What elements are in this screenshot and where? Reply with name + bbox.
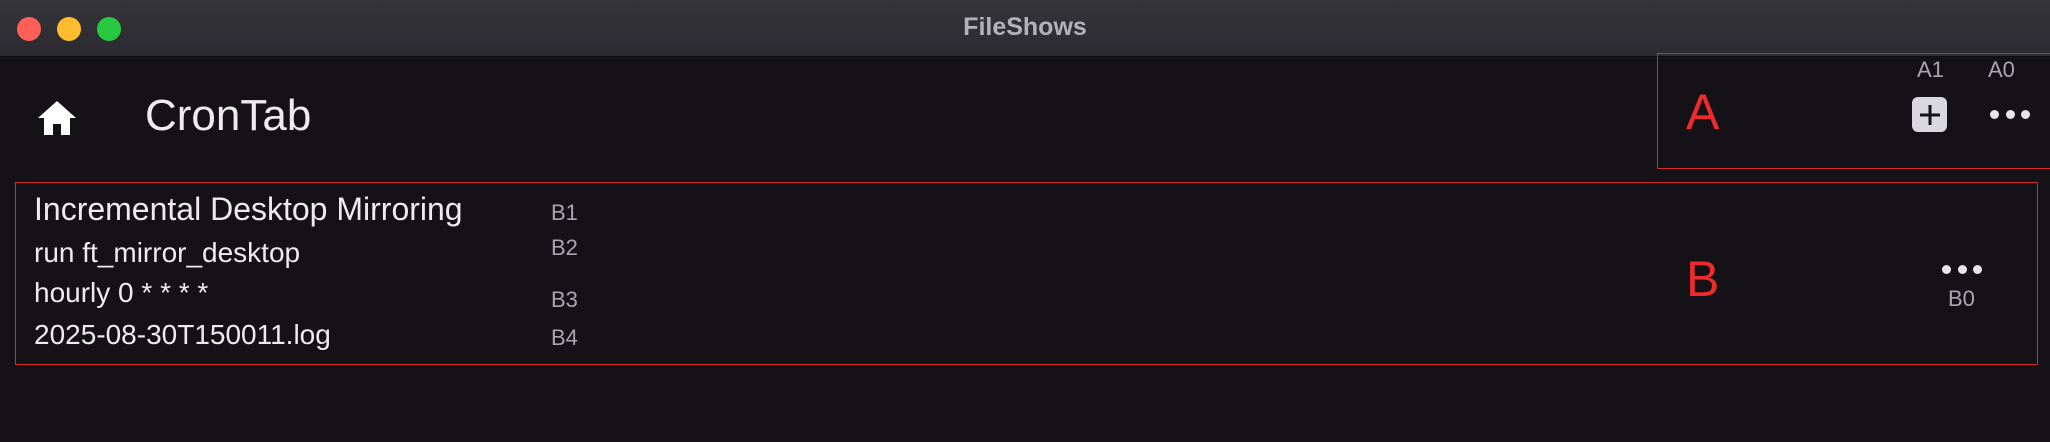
annotation-label-a0: A0 (1988, 57, 2015, 82)
job-schedule: hourly 0 * * * * (34, 277, 209, 308)
home-icon (38, 101, 76, 135)
job-more-button[interactable] (1942, 259, 1982, 279)
job-log[interactable]: 2025-08-30T150011.log (34, 319, 331, 351)
job-command: run ft_mirror_desktop (34, 237, 301, 268)
annotation-label-b3: B3 (551, 287, 578, 312)
annotation-label-b1: B1 (551, 200, 578, 225)
page-title: CronTab (145, 91, 312, 140)
annotation-label-a: A (1686, 84, 1720, 140)
header-more-button[interactable] (1990, 104, 2030, 124)
app-body: CronTab A A1 A0 B Incremental Desktop Mi… (0, 53, 2050, 442)
plus-icon (1919, 104, 1940, 125)
home-button[interactable] (34, 95, 80, 141)
annotation-label-b0: B0 (1948, 286, 1975, 311)
job-name: Incremental Desktop Mirroring (34, 191, 463, 227)
add-job-button[interactable] (1912, 97, 1947, 132)
more-horizontal-icon (1990, 109, 1999, 119)
window-title: FileShows (963, 13, 1087, 41)
annotation-label-b: B (1686, 251, 1720, 307)
more-horizontal-icon (1942, 264, 1951, 274)
annotation-label-a1: A1 (1917, 57, 1944, 82)
annotation-label-b2: B2 (551, 235, 578, 260)
window-titlebar: FileShows (0, 0, 2050, 57)
annotation-label-b4: B4 (551, 325, 578, 350)
